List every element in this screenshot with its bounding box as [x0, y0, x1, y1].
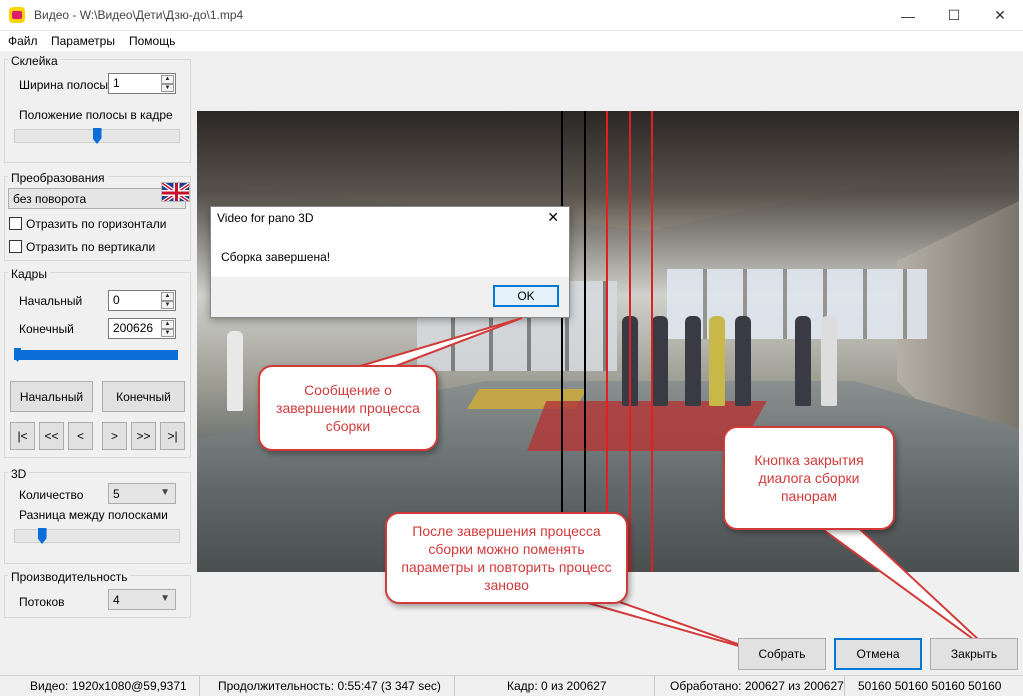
build-button[interactable]: Собрать	[738, 638, 826, 670]
close-button[interactable]: Закрыть	[930, 638, 1018, 670]
status-duration: Продолжительность: 0:55:47 (3 347 sec)	[200, 676, 455, 696]
status-positions: 50160 50160 50160 50160	[858, 679, 1002, 693]
status-frame: Кадр: 0 из 200627	[455, 676, 655, 696]
status-bar: Видео: 1920x1080@59,9371 Продолжительнос…	[0, 675, 1023, 696]
cancel-button[interactable]: Отмена	[834, 638, 922, 670]
status-processed: Обработано: 200627 из 200627	[655, 676, 845, 696]
status-video: Видео: 1920x1080@59,9371	[0, 676, 200, 696]
callout-finish-message: Сообщение о завершении процесса сборки	[258, 365, 438, 451]
callout-rebuild: После завершения процесса сборки можно п…	[385, 512, 628, 604]
callout-close-button: Кнопка закрытия диалога сборки панорам	[723, 426, 895, 530]
